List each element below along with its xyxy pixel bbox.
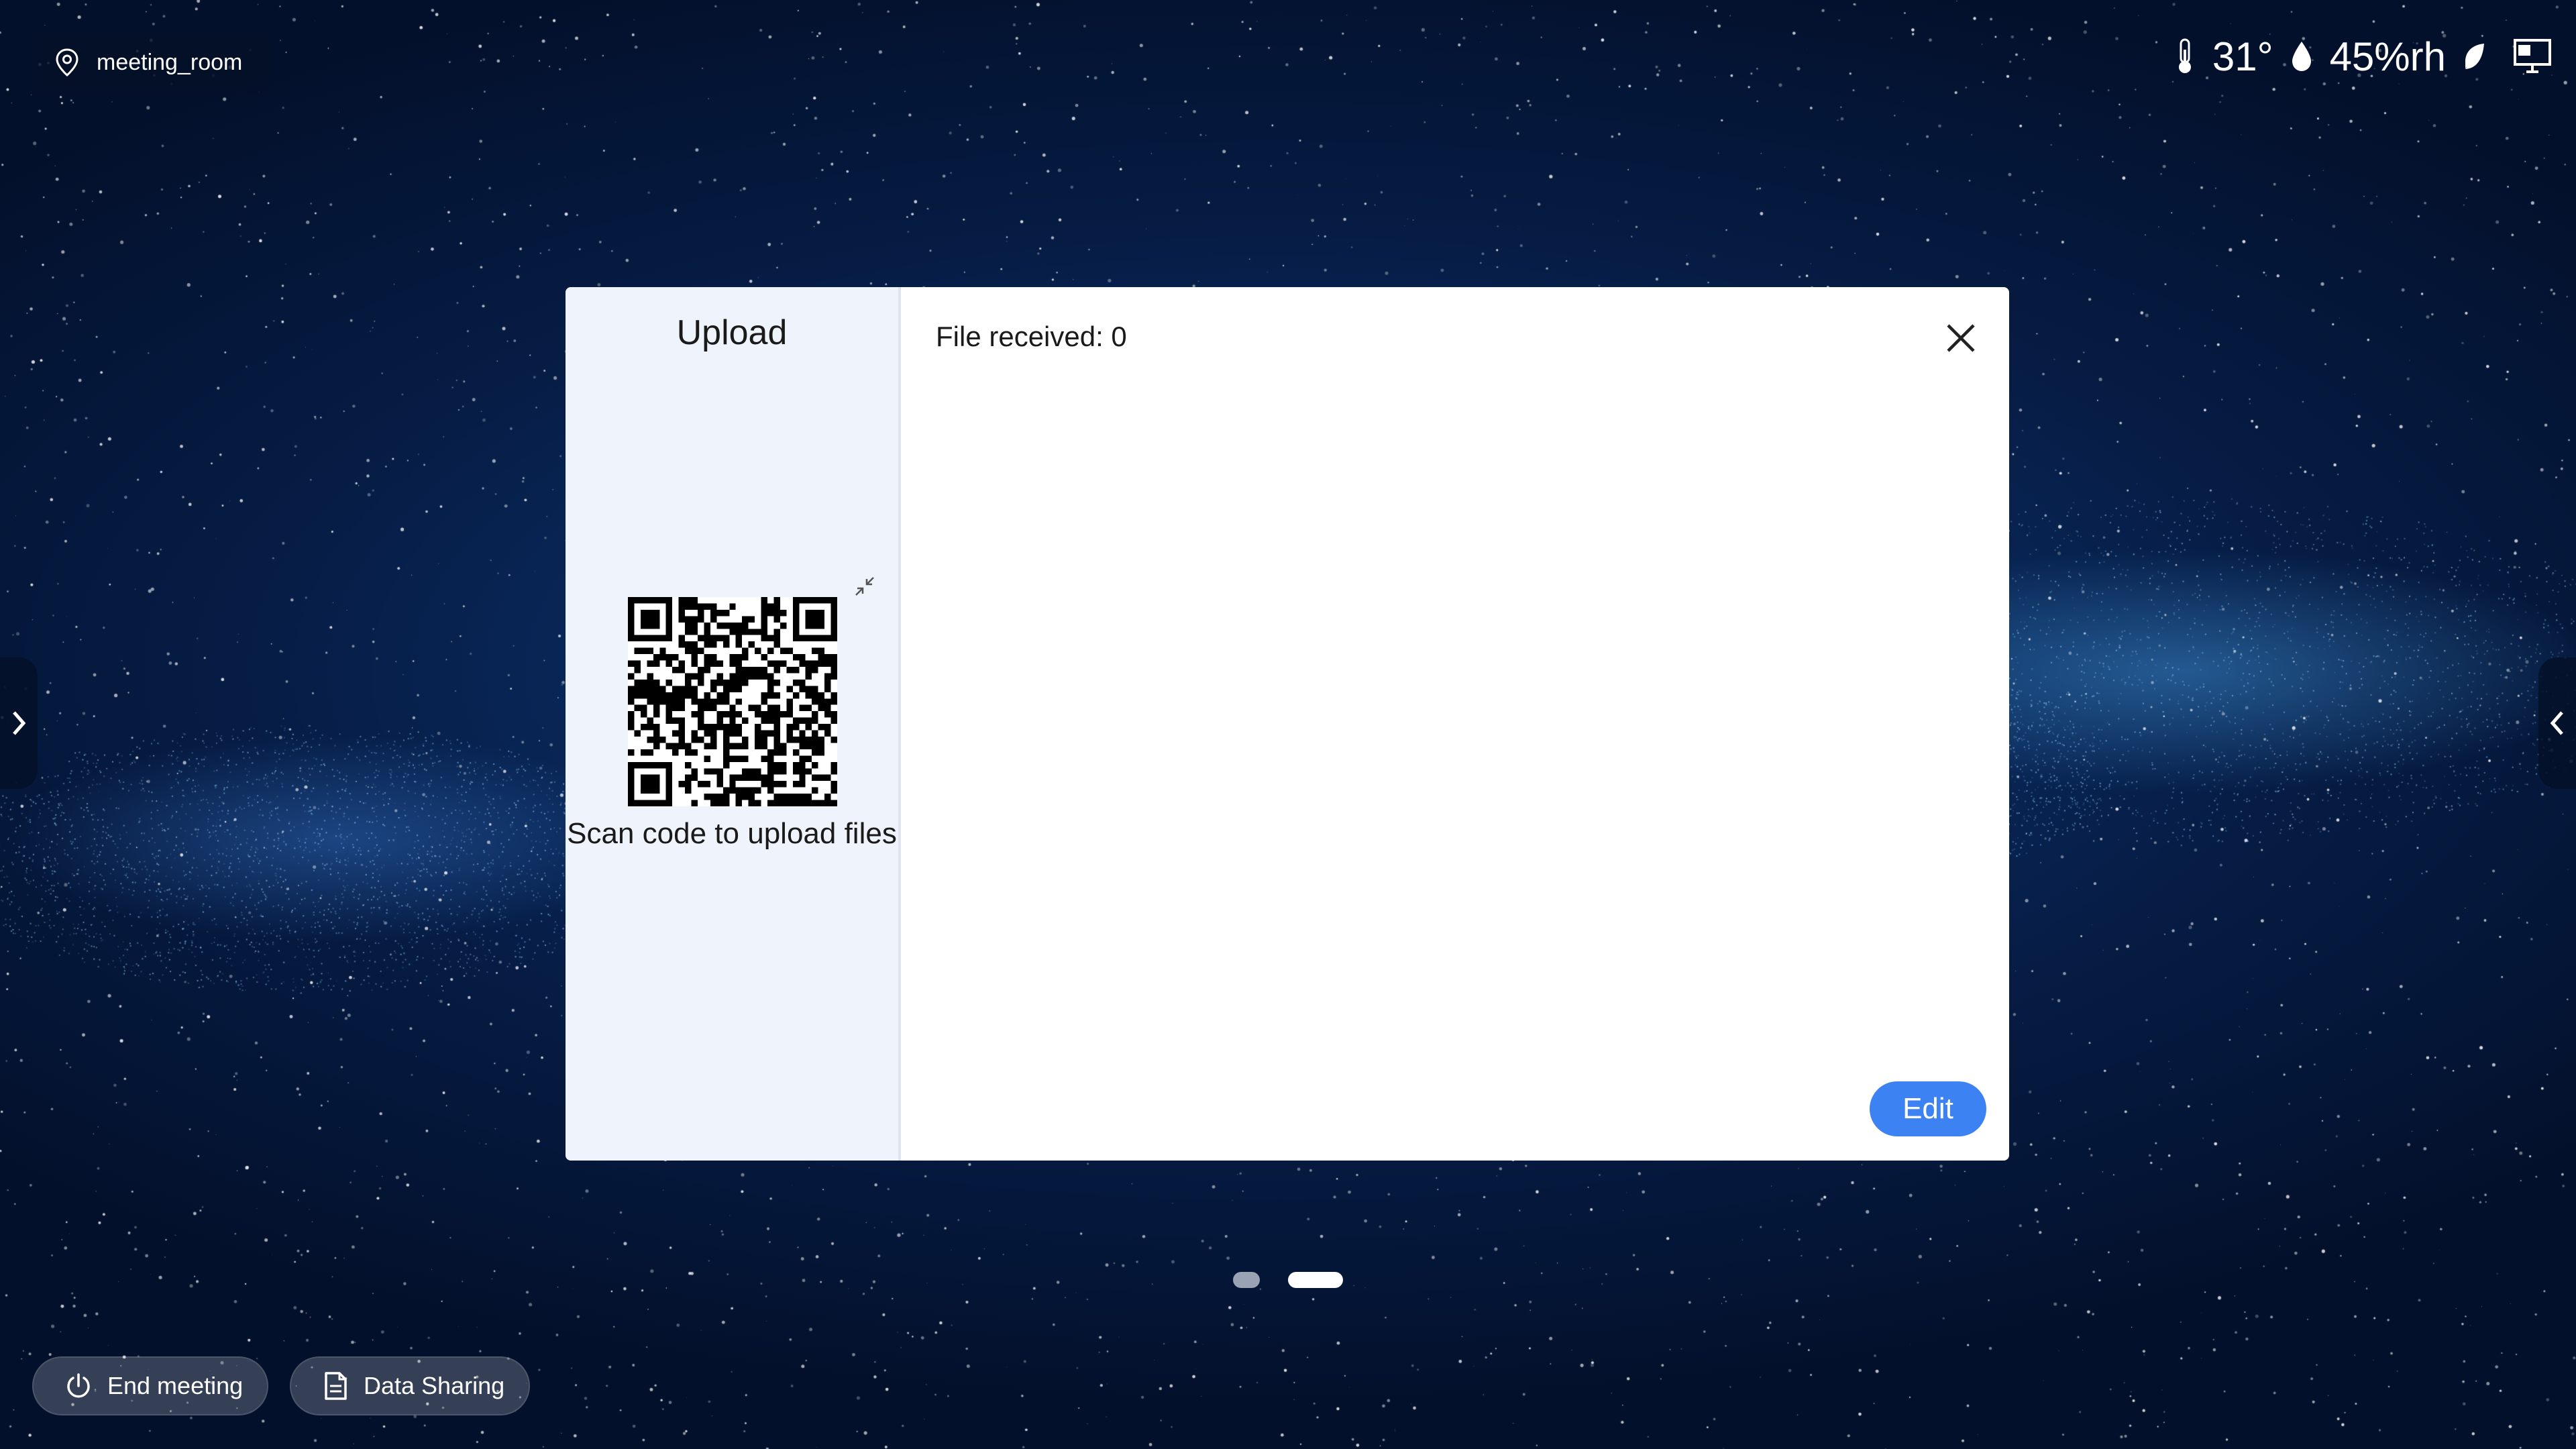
collapse-arrows-icon [855, 577, 874, 596]
page-indicator [1233, 1272, 1343, 1288]
collapse-qr-button[interactable] [853, 574, 877, 598]
page-dot-1[interactable] [1233, 1272, 1260, 1288]
end-meeting-button[interactable]: End meeting [32, 1356, 268, 1415]
left-panel-toggle[interactable] [0, 657, 38, 789]
temperature-value: 31° [2212, 34, 2273, 79]
humidity-value: 45%rh [2329, 34, 2446, 79]
scan-instruction: Scan code to upload files [567, 817, 897, 850]
document-icon [325, 1372, 347, 1400]
upload-title: Upload [676, 313, 788, 352]
upload-qr-pane: Upload Scan code to upload files [566, 287, 901, 1161]
location-label: meeting_room [97, 49, 243, 75]
droplet-icon [2292, 42, 2311, 71]
location-chip[interactable]: meeting_room [32, 32, 271, 93]
received-files-pane: File received: 0 Edit [901, 287, 2009, 1161]
file-received-count: File received: 0 [936, 321, 1127, 352]
leaf-icon [2465, 44, 2484, 69]
environment-status: 31° 45%rh [2174, 30, 2552, 83]
screen-share-icon[interactable] [2513, 38, 2552, 74]
chevron-right-icon [13, 711, 26, 735]
thermometer-icon [2178, 38, 2191, 73]
location-pin-icon [56, 48, 78, 76]
upload-qr-code [628, 597, 837, 806]
close-dialog-button[interactable] [1939, 317, 1982, 360]
desktop-background: meeting_room 31° 45%rh Upload Scan code … [0, 0, 2576, 1449]
close-icon [1947, 324, 1975, 352]
power-icon [67, 1373, 90, 1398]
data-sharing-button[interactable]: Data Sharing [290, 1356, 530, 1415]
right-panel-toggle[interactable] [2538, 657, 2576, 789]
upload-dialog: Upload Scan code to upload files File re… [566, 287, 2009, 1161]
edit-button[interactable]: Edit [1870, 1081, 1986, 1136]
page-dot-2-active[interactable] [1288, 1272, 1343, 1288]
end-meeting-label: End meeting [107, 1372, 244, 1399]
chevron-left-icon [2550, 711, 2563, 735]
data-sharing-label: Data Sharing [364, 1372, 505, 1399]
